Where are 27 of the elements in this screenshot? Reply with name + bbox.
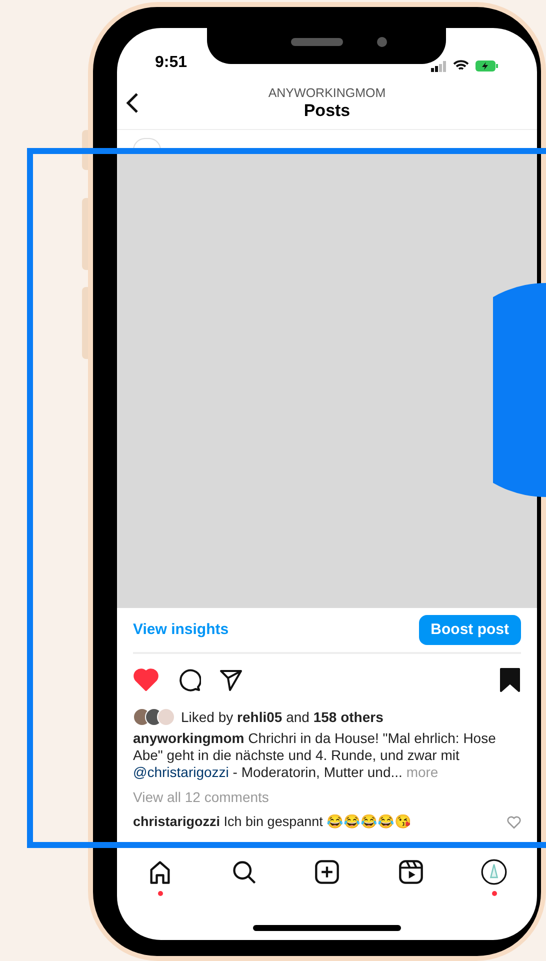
plus-square-icon[interactable]: [314, 859, 340, 885]
reels-icon[interactable]: [398, 859, 424, 885]
speaker-icon: [291, 38, 343, 46]
heart-icon[interactable]: [133, 668, 159, 692]
comment-text: christarigozzi Ich bin gespannt 😂😂😂😂😘: [133, 813, 412, 831]
account-name: ANYWORKINGMOM: [268, 84, 386, 100]
liker-avatar: [157, 708, 175, 726]
boost-post-button[interactable]: Boost post: [418, 615, 521, 645]
status-time: 9:51: [155, 53, 188, 73]
profile-avatar-icon[interactable]: [481, 859, 507, 885]
search-icon[interactable]: [230, 859, 256, 885]
view-insights-link[interactable]: View insights: [133, 618, 229, 642]
comment-icon[interactable]: [177, 668, 201, 692]
signal-icon: [431, 60, 447, 72]
battery-icon: [475, 60, 499, 72]
mention-link[interactable]: @christarigozzi: [133, 764, 229, 780]
bookmark-icon[interactable]: [499, 668, 521, 692]
back-icon[interactable]: [125, 92, 139, 114]
page-title: Posts: [304, 100, 350, 120]
heart-icon[interactable]: [507, 816, 521, 828]
more-link[interactable]: more: [406, 764, 438, 780]
post-caption: anyworkingmom Chrichri in da House! "Mal ehrlich: Hose Abe" geht in die nächste und 4. Runde, und zwar mit @christarigozzi - Moderatorin, Mutter und... more: [133, 730, 497, 781]
wifi-icon: [453, 60, 469, 72]
avatar: [133, 138, 161, 150]
likes-text: Liked by rehli05 and 158 others: [181, 708, 384, 727]
send-icon[interactable]: [219, 668, 243, 692]
view-comments-link[interactable]: View all 12 comments: [133, 788, 269, 806]
